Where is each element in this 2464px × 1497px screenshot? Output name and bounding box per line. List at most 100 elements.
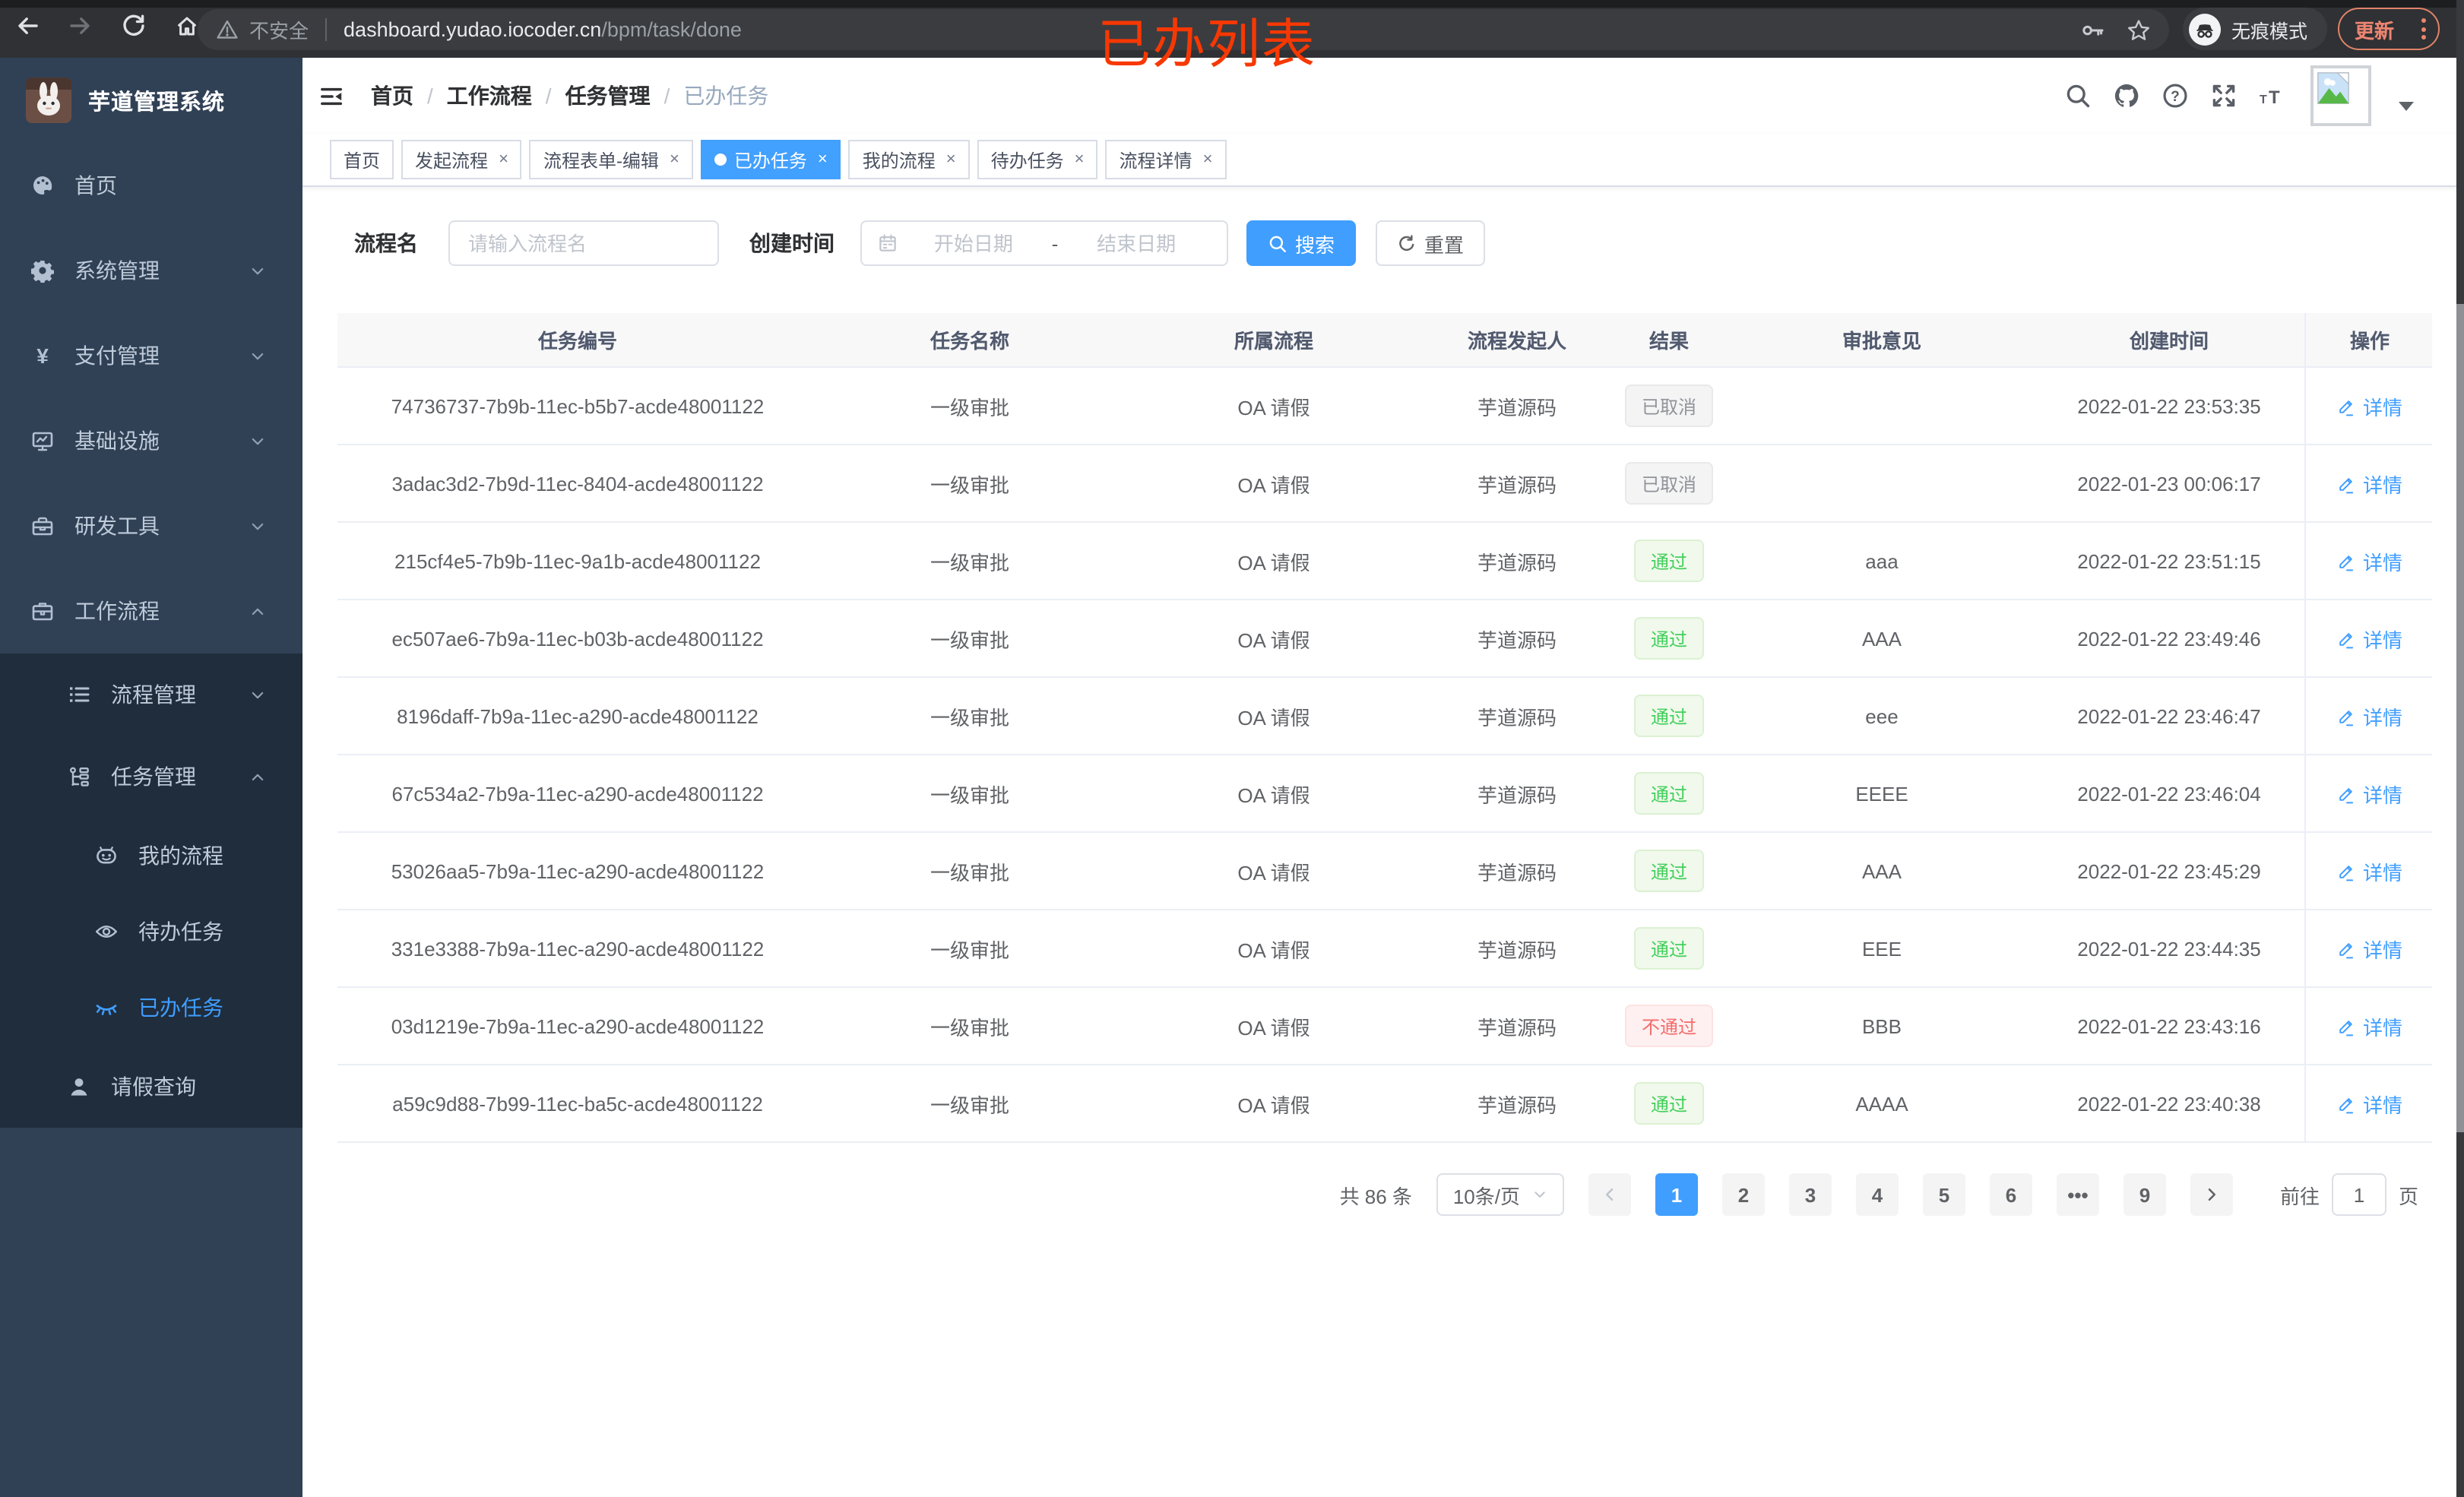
help-icon[interactable]: ? [2162,82,2189,109]
close-icon[interactable]: × [818,150,828,169]
cell: 2022-01-22 23:43:16 [2077,1014,2261,1037]
detail-link[interactable]: 详情 [2337,856,2402,885]
table-row: ec507ae6-7b9a-11ec-b03b-acde48001122 一级审批… [337,600,2432,678]
edit-icon [2337,1093,2357,1113]
sidebar-item-system[interactable]: 系统管理 [0,228,302,313]
result-badge: 通过 [1633,927,1704,970]
page-button-6[interactable]: 6 [1989,1173,2032,1216]
tab-done-tasks[interactable]: 已办任务 × [700,140,841,179]
edit-icon [2337,1016,2357,1036]
browser-menu-icon[interactable] [2421,18,2426,40]
bookmark-star-icon[interactable] [2127,17,2151,42]
cell: 通过 [1608,1065,1730,1141]
cell: 详情 [2304,368,2434,444]
github-icon[interactable] [2113,82,2140,109]
next-page-button[interactable] [2190,1173,2233,1216]
search-button[interactable]: 搜索 [1246,220,1357,266]
cell: OA 请假 [1237,861,1310,884]
prev-page-button[interactable] [1588,1173,1631,1216]
table-row: 215cf4e5-7b9b-11ec-9a1b-acde48001122 一级审批… [337,523,2432,600]
eye-closed-icon [94,995,119,1020]
tab-process-detail[interactable]: 流程详情 × [1105,140,1227,179]
app-logo[interactable]: 芋道管理系统 [0,58,302,143]
chevron-up-icon [249,603,266,619]
close-icon[interactable]: × [946,150,956,169]
sidebar-item-payment[interactable]: ¥ 支付管理 [0,313,302,398]
page-ellipsis[interactable]: ••• [2056,1173,2099,1216]
page-header: 首页 / 工作流程 / 任务管理 / 已办任务 ? TT [302,58,2464,134]
sidebar-item-workflow[interactable]: 工作流程 [0,568,302,654]
close-icon[interactable]: × [1203,150,1213,169]
sidebar-item-devtools[interactable]: 研发工具 [0,483,302,568]
edit-icon [2337,938,2357,958]
detail-link[interactable]: 详情 [2337,624,2402,653]
sidebar-menu: 首页 系统管理 ¥ 支付管理基础设施研发工具 工作流程 流程管理 任务管理 我的流程 待办任务已… [0,143,302,1128]
forward-icon[interactable] [68,14,93,38]
password-key-icon[interactable] [2081,17,2105,42]
detail-link[interactable]: 详情 [2337,1089,2402,1118]
detail-link[interactable]: 详情 [2337,1011,2402,1040]
fullscreen-icon[interactable] [2210,82,2238,109]
font-size-icon[interactable]: TT [2259,82,2286,109]
detail-link[interactable]: 详情 [2337,391,2402,420]
detail-link[interactable]: 详情 [2337,934,2402,963]
avatar-caret-icon[interactable] [2399,102,2414,111]
page-button-3[interactable]: 3 [1788,1173,1832,1216]
tab-start-process[interactable]: 发起流程 × [401,140,522,179]
page-button-5[interactable]: 5 [1922,1173,1965,1216]
close-icon[interactable]: × [1075,150,1085,169]
process-name-input[interactable] [448,220,719,266]
cell: 详情 [2304,600,2434,676]
page-button-9[interactable]: 9 [2123,1173,2166,1216]
close-icon[interactable]: × [670,150,679,169]
page-content: 流程名 创建时间 - 搜索 重置 [302,187,2464,1497]
page-button-2[interactable]: 2 [1721,1173,1765,1216]
tab-todo-tasks[interactable]: 待办任务 × [977,140,1098,179]
sidebar-item-label: 基础设施 [74,429,160,453]
avatar[interactable] [2310,65,2371,126]
page-button-4[interactable]: 4 [1855,1173,1899,1216]
cell: OA 请假 [1237,628,1310,651]
sidebar-item-todo-tasks[interactable]: 待办任务 [0,894,302,970]
breadcrumb-item[interactable]: 工作流程 [447,81,532,111]
sidebar-collapse-icon[interactable] [319,84,345,107]
update-label: 更新 [2355,19,2395,42]
sidebar-item-done-tasks[interactable]: 已办任务 [0,970,302,1046]
cell: OA 请假 [1237,551,1310,574]
sidebar-item-home[interactable]: 首页 [0,143,302,228]
sidebar-item-process-mgmt[interactable]: 流程管理 [0,654,302,736]
reload-icon[interactable] [122,14,146,38]
search-icon[interactable] [2064,82,2092,109]
sidebar-item-my-process[interactable]: 我的流程 [0,818,302,894]
page-button-1[interactable]: 1 [1655,1173,1698,1216]
page-size-select[interactable]: 10条/页 [1436,1173,1564,1216]
home-icon[interactable] [175,14,199,38]
detail-link[interactable]: 详情 [2337,701,2402,730]
reset-button-label: 重置 [1424,233,1465,256]
pagination: 共 86 条 10条/页 123456 ••• 9 前往 页 [302,1173,2418,1216]
tab-home[interactable]: 首页 [330,140,394,179]
sidebar-item-infra[interactable]: 基础设施 [0,398,302,483]
close-icon[interactable]: × [499,150,508,169]
tab-form-edit[interactable]: 流程表单-编辑 × [529,140,693,179]
breadcrumb-item[interactable]: 任务管理 [565,81,651,111]
chevron-up-icon [249,768,266,785]
sidebar-item-task-mgmt[interactable]: 任务管理 [0,736,302,818]
tab-label: 我的流程 [862,150,936,171]
detail-link[interactable]: 详情 [2337,546,2402,575]
reset-button[interactable]: 重置 [1376,220,1486,266]
update-browser-button[interactable]: 更新 [2338,8,2440,50]
start-date-input[interactable] [898,230,1049,256]
date-range-picker[interactable]: - [860,220,1228,266]
tab-my-process[interactable]: 我的流程 × [848,140,970,179]
sidebar-item-leave-query[interactable]: 请假查询 [0,1046,302,1128]
detail-link[interactable]: 详情 [2337,469,2402,498]
detail-link[interactable]: 详情 [2337,779,2402,808]
back-icon[interactable] [15,14,40,38]
goto-page-input[interactable] [2331,1173,2386,1216]
refresh-icon [1397,233,1417,253]
breadcrumb-item[interactable]: 首页 [371,81,413,111]
scrollbar-thumb[interactable] [2456,304,2464,1132]
window-scrollbar[interactable] [2456,0,2464,1497]
end-date-input[interactable] [1061,230,1211,256]
